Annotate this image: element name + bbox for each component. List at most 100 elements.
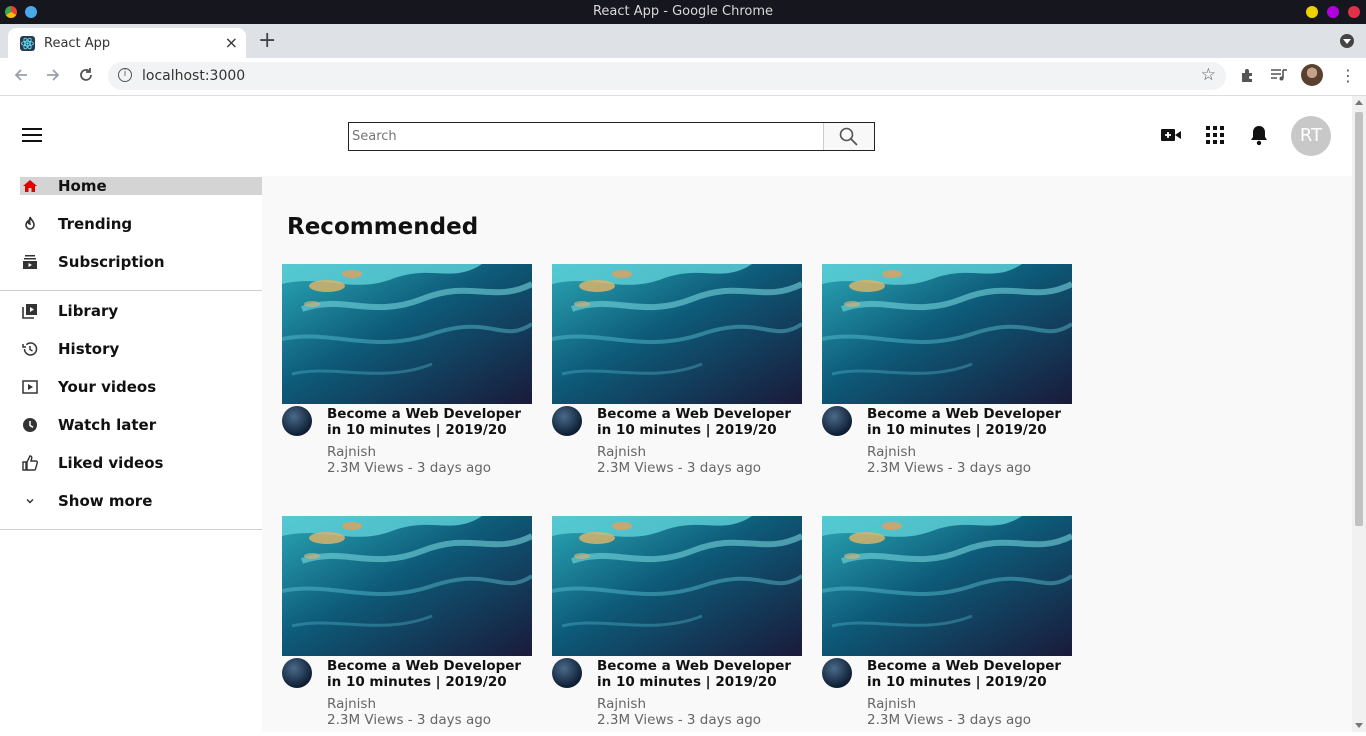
channel-avatar[interactable] <box>822 658 852 688</box>
back-icon[interactable] <box>12 66 30 89</box>
address-bar[interactable]: i localhost:3000 ☆ <box>108 62 1226 90</box>
video-card[interactable]: Become a Web Developer in 10 minutes | 2… <box>552 516 802 736</box>
channel-name[interactable]: Rajnish <box>597 444 646 460</box>
channel-avatar[interactable] <box>552 658 582 688</box>
video-title[interactable]: Become a Web Developer in 10 minutes | 2… <box>597 658 807 690</box>
forward-icon[interactable] <box>44 66 62 89</box>
sidebar-item-liked-videos[interactable]: Liked videos <box>20 454 262 472</box>
sidebar-divider <box>0 529 262 530</box>
library-icon <box>22 303 38 319</box>
close-window-button[interactable] <box>1348 6 1360 18</box>
video-card[interactable]: Become a Web Developer in 10 minutes | 2… <box>822 264 1072 484</box>
subscriptions-icon <box>22 254 38 270</box>
video-title[interactable]: Become a Web Developer in 10 minutes | 2… <box>327 658 537 690</box>
sidebar-item-label: Show more <box>58 492 153 510</box>
reload-icon[interactable] <box>77 66 95 89</box>
minimize-button[interactable] <box>1306 6 1318 18</box>
channel-name[interactable]: Rajnish <box>327 696 376 712</box>
video-card[interactable]: Become a Web Developer in 10 minutes | 2… <box>552 264 802 484</box>
sidebar-item-watch-later[interactable]: Watch later <box>20 416 262 434</box>
chevron-down-icon <box>22 493 38 509</box>
sidebar-item-your-videos[interactable]: Your videos <box>20 378 262 396</box>
channel-name[interactable]: Rajnish <box>597 696 646 712</box>
video-card[interactable]: Become a Web Developer in 10 minutes | 2… <box>822 516 1072 736</box>
sidebar-item-label: Watch later <box>58 416 157 434</box>
window-controls <box>1306 6 1360 18</box>
video-thumbnail[interactable] <box>822 264 1072 404</box>
search-button[interactable] <box>824 123 874 150</box>
channel-avatar[interactable] <box>282 406 312 436</box>
video-meta: 2.3M Views - 3 days ago <box>867 712 1032 728</box>
video-thumbnail[interactable] <box>282 264 532 404</box>
apps-grid-icon[interactable] <box>1205 125 1225 149</box>
new-tab-button[interactable]: + <box>258 30 276 52</box>
tab-search-icon[interactable] <box>1340 34 1354 48</box>
extensions-icon[interactable] <box>1239 67 1255 87</box>
sidebar-item-library[interactable]: Library <box>20 302 262 320</box>
sidebar-divider <box>0 290 262 291</box>
video-thumbnail[interactable] <box>282 516 532 656</box>
thumbs-up-icon <box>22 455 38 471</box>
app-header: RT <box>0 96 1352 176</box>
sidebar-item-label: Subscription <box>58 253 165 271</box>
your-videos-icon <box>22 379 38 395</box>
address-toolbar: i localhost:3000 ☆ ⋮ <box>0 58 1366 96</box>
video-thumbnail[interactable] <box>552 264 802 404</box>
video-meta: 2.3M Views - 3 days ago <box>327 712 492 728</box>
video-meta: 2.3M Views - 3 days ago <box>327 460 492 476</box>
channel-avatar[interactable] <box>282 658 312 688</box>
browser-tab[interactable]: React App × <box>8 28 246 58</box>
sidebar-item-home[interactable]: Home <box>20 177 262 195</box>
os-title-bar: React App - Google Chrome <box>0 0 1366 24</box>
react-icon <box>20 36 35 51</box>
video-title[interactable]: Become a Web Developer in 10 minutes | 2… <box>597 406 807 438</box>
sidebar-item-label: Home <box>58 177 107 195</box>
video-thumbnail[interactable] <box>822 516 1072 656</box>
sidebar-item-label: Library <box>58 302 119 320</box>
video-title[interactable]: Become a Web Developer in 10 minutes | 2… <box>327 406 537 438</box>
video-meta: 2.3M Views - 3 days ago <box>597 460 762 476</box>
site-info-icon[interactable]: i <box>118 68 132 82</box>
media-control-icon[interactable] <box>1270 67 1288 87</box>
profile-avatar[interactable] <box>1301 64 1323 86</box>
search-input[interactable] <box>349 123 824 150</box>
scroll-up-arrow-icon[interactable] <box>1355 100 1363 105</box>
close-tab-icon[interactable]: × <box>225 33 238 52</box>
main-content: Recommended Become a Web Developer in 10… <box>262 176 1352 732</box>
video-title[interactable]: Become a Web Developer in 10 minutes | 2… <box>867 406 1077 438</box>
chrome-menu-icon[interactable]: ⋮ <box>1340 66 1356 85</box>
video-meta: 2.3M Views - 3 days ago <box>867 460 1032 476</box>
user-avatar[interactable]: RT <box>1291 116 1331 156</box>
home-icon <box>22 178 38 194</box>
sidebar-item-show-more[interactable]: Show more <box>20 492 262 510</box>
video-meta: 2.3M Views - 3 days ago <box>597 712 762 728</box>
hamburger-menu-icon[interactable] <box>22 128 42 142</box>
sidebar-item-subscription[interactable]: Subscription <box>20 253 262 271</box>
video-card[interactable]: Become a Web Developer in 10 minutes | 2… <box>282 516 532 736</box>
scrollbar-thumb[interactable] <box>1355 112 1363 526</box>
sidebar-item-label: Trending <box>58 215 133 233</box>
history-icon <box>22 341 38 357</box>
sidebar-item-label: Your videos <box>58 378 157 396</box>
tab-strip: React App × + <box>0 24 1366 58</box>
sidebar-item-trending[interactable]: Trending <box>20 215 262 233</box>
sidebar-item-history[interactable]: History <box>20 340 262 358</box>
url-text[interactable]: localhost:3000 <box>142 68 245 84</box>
bookmark-star-icon[interactable]: ☆ <box>1201 65 1216 85</box>
video-title[interactable]: Become a Web Developer in 10 minutes | 2… <box>867 658 1077 690</box>
create-video-icon[interactable] <box>1160 125 1182 149</box>
channel-name[interactable]: Rajnish <box>867 696 916 712</box>
channel-avatar[interactable] <box>552 406 582 436</box>
search-bar <box>348 122 875 151</box>
window-title: React App - Google Chrome <box>592 4 774 19</box>
video-thumbnail[interactable] <box>552 516 802 656</box>
channel-avatar[interactable] <box>822 406 852 436</box>
channel-name[interactable]: Rajnish <box>327 444 376 460</box>
maximize-button[interactable] <box>1327 6 1339 18</box>
sidebar: Home Trending Subscription Library Histo… <box>0 176 262 732</box>
channel-name[interactable]: Rajnish <box>867 444 916 460</box>
scroll-down-arrow-icon[interactable] <box>1355 723 1363 728</box>
page-scrollbar[interactable] <box>1352 96 1366 732</box>
notifications-bell-icon[interactable] <box>1250 125 1268 150</box>
video-card[interactable]: Become a Web Developer in 10 minutes | 2… <box>282 264 532 484</box>
